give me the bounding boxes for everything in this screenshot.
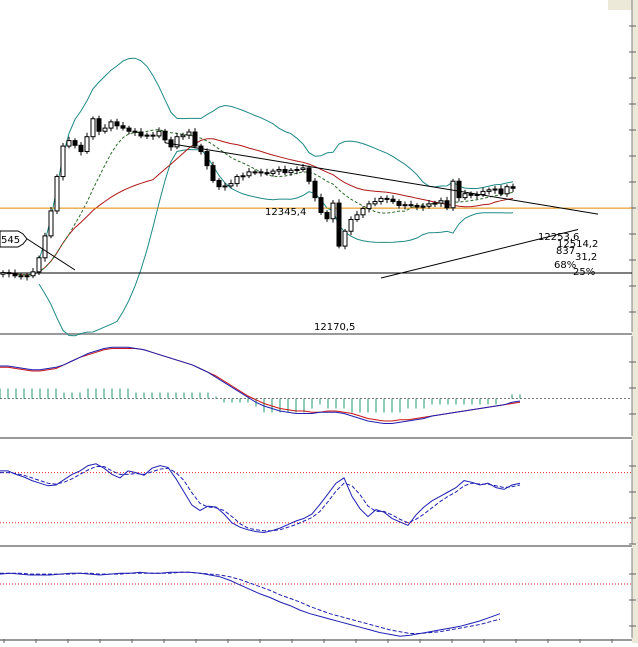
candle-body [366,203,372,210]
candle-body [312,180,318,199]
candle-body [54,176,60,212]
candle-body [414,204,420,208]
candle-body [126,127,132,132]
candle-body [462,193,468,199]
candle-body [210,165,216,181]
candle-body [294,169,300,172]
candle-body [102,127,108,132]
annotation-31-2: 31,2 [575,252,597,263]
annotation-25-pct: 25% [573,267,595,278]
candle-body [510,186,516,189]
candle-body [396,201,402,206]
candle-body [150,134,156,137]
candle-body [6,272,12,275]
candle-body [264,172,270,175]
left-price-tag-label: 545 [1,235,20,246]
candle-body [156,130,162,137]
candle-body [114,121,120,127]
candle-body [486,189,492,192]
candle-body [432,202,438,205]
candle-body [162,130,168,141]
candle-body [372,201,378,205]
annotation-12345-4: 12345,4 [265,207,306,218]
candle-body [78,144,84,153]
candle-body [480,190,486,196]
candle-body [408,204,414,207]
top-right-strip [608,0,638,10]
candle-body [108,121,114,129]
candle-body [342,230,348,247]
candle-body [384,197,390,200]
right-scale-strip [632,0,638,643]
candle-body [258,171,264,174]
candle-body [228,183,234,187]
candle-body [336,202,342,247]
annotation-837: 837 [556,246,575,257]
candle-body [30,271,36,277]
candle-body [330,202,336,220]
candle-body [390,198,396,203]
candle-body [24,275,30,278]
candle-body [72,140,78,146]
candle-body [216,179,222,188]
annotation-12170-5: 12170,5 [314,322,355,333]
chart-canvas: 545 12345,4 12253,6 12514,2 837 31,2 68%… [0,0,638,643]
candle-body [252,171,258,174]
candle-body [300,167,306,171]
candle-body [96,118,102,132]
candle-body [222,185,228,188]
candle-body [450,180,456,209]
candle-body [246,171,252,177]
candle-body [0,272,6,275]
candle-body [498,188,504,195]
candle-body [354,214,360,221]
candle-body [438,200,444,204]
candle-body [120,125,126,129]
candle-body [426,203,432,207]
candle-body [180,134,186,138]
candle-body [468,193,474,196]
chart-svg: 545 12345,4 12253,6 12514,2 837 31,2 68%… [0,0,638,643]
candle-body [318,197,324,213]
candle-body [12,272,18,277]
candle-body [60,145,66,178]
candle-body [402,204,408,207]
candle-body [18,275,24,278]
candle-body [492,188,498,191]
candle-body [42,235,48,259]
candle-body [234,176,240,185]
candle-body [324,211,330,220]
candle-body [348,219,354,232]
candle-body [270,170,276,174]
candle-body [282,169,288,174]
candle-body [192,131,198,147]
candle-body [378,197,384,203]
candle-body [444,200,450,209]
candle-body [420,205,426,208]
candle-body [306,167,312,182]
candle-body [132,130,138,133]
candle-body [360,208,366,216]
candle-body [204,151,210,167]
candle-body [144,134,150,137]
candle-body [186,131,192,136]
candle-body [48,210,54,237]
candle-body [276,169,282,172]
candle-body [456,180,462,199]
left-price-tag: 545 [0,230,28,248]
candle-body [240,175,246,178]
candle-body [84,136,90,153]
candle-body [138,131,144,137]
candle-body [504,186,510,195]
candle-body [66,140,72,147]
candle-body [288,169,294,174]
candle-body [90,118,96,138]
candle-body [36,257,42,273]
